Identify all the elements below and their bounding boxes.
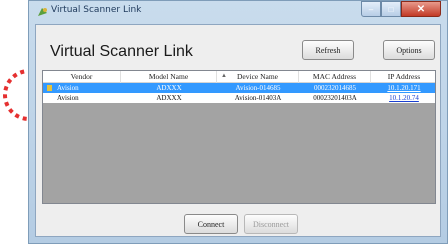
table-row[interactable]: Avision ADXXX Avision-014685 00023201468…	[43, 83, 435, 93]
column-header-ip-address[interactable]: IP Address	[371, 71, 435, 83]
table-row[interactable]: Avision ADXXX Avision-01403A 00023201403…	[43, 93, 435, 103]
column-header-device-name-label: Device Name	[236, 72, 279, 81]
app-window: Virtual Scanner Link – □ ✕ Virtual Scann…	[28, 0, 448, 244]
scanner-app-icon	[38, 8, 47, 16]
cell-mac-address: 000232014685	[314, 84, 356, 92]
refresh-button[interactable]: Refresh	[302, 40, 354, 60]
minimize-button[interactable]: –	[361, 1, 381, 17]
cell-device-name: Avision-01403A	[234, 94, 282, 102]
cell-ip-address-link[interactable]: 10.1.20.171	[371, 83, 435, 93]
column-header-device-name[interactable]: ▲ Device Name	[217, 71, 299, 83]
close-button[interactable]: ✕	[401, 1, 441, 17]
disconnect-button[interactable]: Disconnect	[244, 214, 298, 234]
client-area: Virtual Scanner Link Refresh Options Ven…	[35, 24, 441, 237]
device-row-icon	[47, 85, 52, 91]
cell-vendor: Avision	[57, 84, 79, 92]
cell-mac-address: 00023201403A	[313, 94, 357, 102]
cell-model-name: ADXXX	[156, 84, 182, 92]
column-header-vendor[interactable]: Vendor	[43, 71, 121, 83]
column-header-mac-address[interactable]: MAC Address	[299, 71, 371, 83]
column-header-model-name[interactable]: Model Name	[121, 71, 217, 83]
window-title: Virtual Scanner Link	[51, 5, 142, 15]
cell-ip-address-link[interactable]: 10.1.20.74	[371, 93, 435, 103]
cell-vendor: Avision	[57, 94, 79, 102]
title-bar[interactable]: Virtual Scanner Link – □ ✕	[29, 1, 447, 23]
options-button[interactable]: Options	[383, 40, 435, 60]
device-table: Vendor Model Name ▲ Device Name MAC Addr…	[42, 70, 436, 204]
maximize-button[interactable]: □	[381, 1, 401, 17]
page-title: Virtual Scanner Link	[50, 43, 193, 60]
connect-button[interactable]: Connect	[184, 214, 238, 234]
table-header: Vendor Model Name ▲ Device Name MAC Addr…	[43, 71, 435, 83]
sort-ascending-icon: ▲	[221, 73, 227, 79]
cell-device-name: Avision-014685	[235, 84, 281, 92]
cell-model-name: ADXXX	[156, 94, 182, 102]
